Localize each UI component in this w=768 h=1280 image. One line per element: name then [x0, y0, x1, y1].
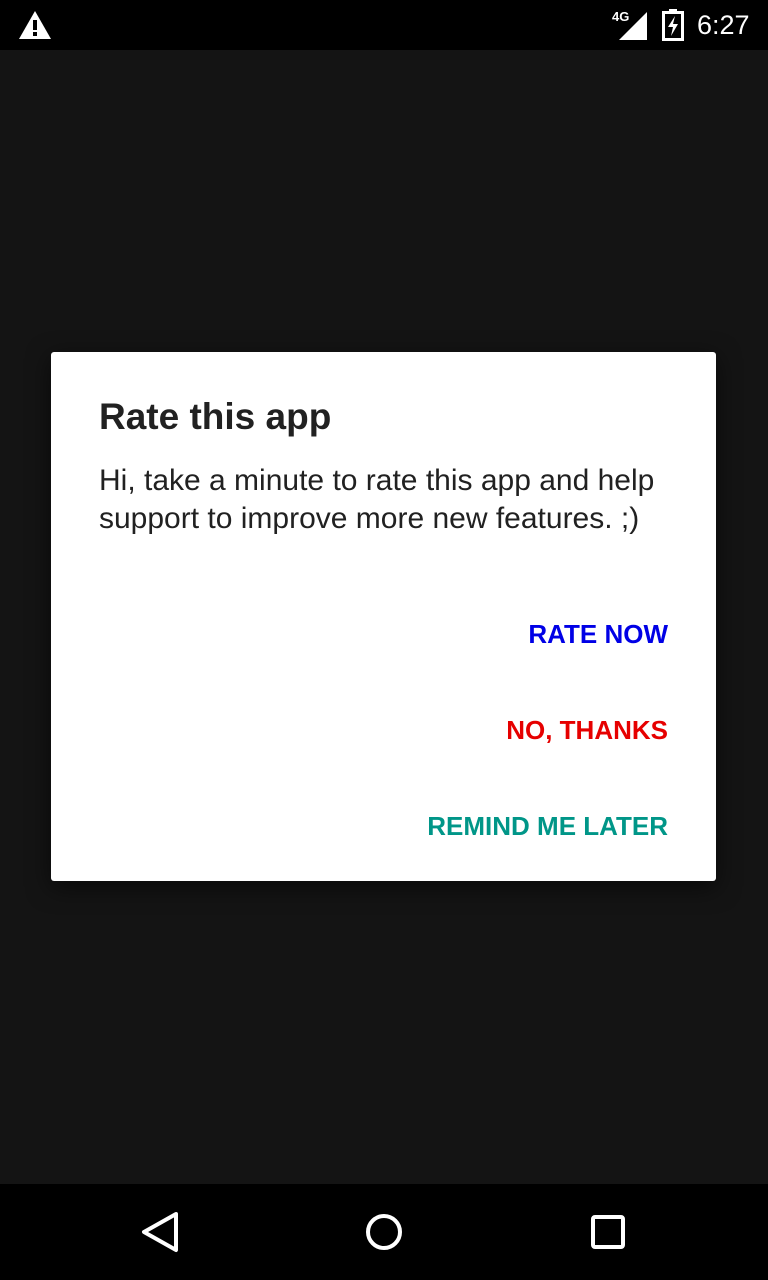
navigation-bar	[0, 1184, 768, 1280]
rate-dialog: Rate this app Hi, take a minute to rate …	[51, 352, 716, 881]
dialog-message: Hi, take a minute to rate this app and h…	[99, 464, 655, 535]
clock: 6:27	[697, 10, 750, 40]
dialog-title: Rate this app	[99, 396, 332, 437]
remind-me-later-button[interactable]: REMIND ME LATER	[427, 806, 668, 846]
warning-icon	[19, 11, 51, 39]
back-icon[interactable]	[132, 1204, 188, 1260]
signal-icon	[619, 12, 647, 40]
rate-now-button[interactable]: RATE NOW	[528, 614, 668, 654]
recent-apps-icon[interactable]	[580, 1204, 636, 1260]
battery-charging-icon	[662, 9, 684, 41]
status-bar: 4G 6:27	[0, 0, 768, 50]
no-thanks-button[interactable]: NO, THANKS	[506, 710, 668, 750]
home-icon[interactable]	[356, 1204, 412, 1260]
